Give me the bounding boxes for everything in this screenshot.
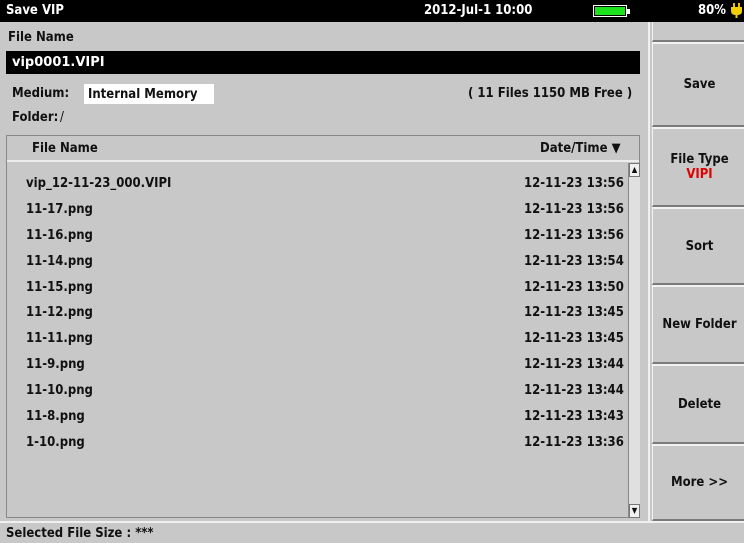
file-row[interactable]: 11-11.png 12-11-23 13:45	[7, 327, 625, 353]
app-title: Save VIP	[6, 3, 64, 18]
file-row-name: 11-14.png	[26, 253, 93, 269]
file-row[interactable]: 11-17.png 12-11-23 13:56	[7, 198, 625, 224]
delete-button[interactable]: Delete	[652, 364, 744, 444]
column-header-date-time[interactable]: Date/Time ▼	[540, 141, 621, 156]
sort-button[interactable]: Sort	[652, 207, 744, 285]
selected-file-size: Selected File Size : ***	[6, 526, 154, 541]
folder-label: Folder:	[12, 110, 59, 125]
file-row-date: 12-11-23 13:54	[524, 253, 624, 269]
medium-label: Medium:	[12, 86, 70, 101]
file-row-name: 11-16.png	[26, 227, 93, 243]
storage-info: ( 11 Files 1150 MB Free )	[468, 86, 633, 101]
file-row-name: 11-12.png	[26, 305, 93, 321]
file-row-name: vip_12-11-23_000.VIPI	[26, 176, 172, 191]
file-row[interactable]: 11-12.png 12-11-23 13:45	[7, 301, 625, 327]
file-row[interactable]: 11-9.png 12-11-23 13:44	[7, 353, 625, 379]
file-row-name: 11-9.png	[26, 357, 85, 373]
folder-path: /	[60, 110, 64, 125]
file-name-input[interactable]: vip0001.VIPI	[6, 51, 640, 74]
list-header: File Name Date/Time ▼	[7, 136, 639, 162]
softkey-blank	[652, 22, 744, 42]
scroll-down-arrow-icon[interactable]: ▼	[629, 504, 640, 518]
file-row[interactable]: 11-15.png 12-11-23 13:50	[7, 276, 625, 302]
file-row-name: 11-8.png	[26, 409, 85, 425]
more-button[interactable]: More >>	[652, 444, 744, 521]
file-rows: vip_12-11-23_000.VIPI 12-11-23 13:56 11-17…	[7, 172, 625, 457]
file-row-name: 11-17.png	[26, 201, 93, 217]
file-type-label: File Type	[670, 152, 729, 167]
more-button-label: More >>	[670, 475, 729, 490]
list-scrollbar[interactable]: ▲ ▼	[628, 163, 640, 518]
medium-select[interactable]: Internal Memory	[84, 84, 214, 104]
sort-button-label: Sort	[685, 238, 714, 254]
main-panel: File Name vip0001.VIPI Medium: Internal …	[0, 22, 648, 522]
file-row-date: 12-11-23 13:43	[524, 409, 624, 425]
file-row-date: 12-11-23 13:45	[524, 331, 624, 347]
new-folder-button-label: New Folder	[662, 317, 737, 332]
file-row-date: 12-11-23 13:56	[524, 227, 624, 243]
file-row-date: 12-11-23 13:56	[524, 176, 624, 191]
file-row-date: 12-11-23 13:36	[524, 434, 624, 450]
file-type-button[interactable]: File Type VIPI	[652, 127, 744, 207]
delete-button-label: Delete	[677, 396, 722, 412]
file-name-label: File Name	[8, 30, 74, 45]
new-folder-button[interactable]: New Folder	[652, 285, 744, 364]
file-row-name: 11-11.png	[26, 331, 93, 347]
file-row[interactable]: 11-16.png 12-11-23 13:56	[7, 224, 625, 250]
file-row-name: 11-10.png	[26, 383, 93, 399]
file-row-name: 11-15.png	[26, 279, 93, 295]
column-header-file-name[interactable]: File Name	[32, 141, 98, 156]
save-button[interactable]: Save	[652, 42, 744, 127]
title-bar: Save VIP 2012-Jul-1 10:00 80%	[0, 0, 744, 22]
file-row[interactable]: 11-14.png 12-11-23 13:54	[7, 250, 625, 276]
save-button-label: Save	[683, 77, 716, 92]
softkey-panel: Save File Type VIPI Sort New Folder Dele…	[648, 22, 744, 521]
status-bar: Selected File Size : ***	[0, 521, 744, 543]
battery-percent: 80%	[698, 3, 726, 18]
file-row[interactable]: 11-10.png 12-11-23 13:44	[7, 379, 625, 405]
battery-icon	[593, 5, 630, 17]
file-row[interactable]: vip_12-11-23_000.VIPI 12-11-23 13:56	[7, 172, 625, 198]
scroll-up-arrow-icon[interactable]: ▲	[629, 163, 640, 177]
power-plug-icon	[731, 3, 742, 18]
file-row-date: 12-11-23 13:44	[524, 357, 624, 373]
file-row[interactable]: 11-8.png 12-11-23 13:43	[7, 405, 625, 431]
file-row-name: 1-10.png	[26, 434, 85, 450]
file-row-date: 12-11-23 13:44	[524, 383, 624, 399]
file-type-value: VIPI	[686, 167, 713, 182]
file-row-date: 12-11-23 13:50	[524, 279, 624, 295]
datetime-display: 2012-Jul-1 10:00	[424, 3, 533, 18]
file-row[interactable]: 1-10.png 12-11-23 13:36	[7, 431, 625, 457]
file-row-date: 12-11-23 13:56	[524, 201, 624, 217]
file-row-date: 12-11-23 13:45	[524, 305, 624, 321]
file-list[interactable]: File Name Date/Time ▼ vip_12-11-23_000.V…	[6, 135, 640, 518]
